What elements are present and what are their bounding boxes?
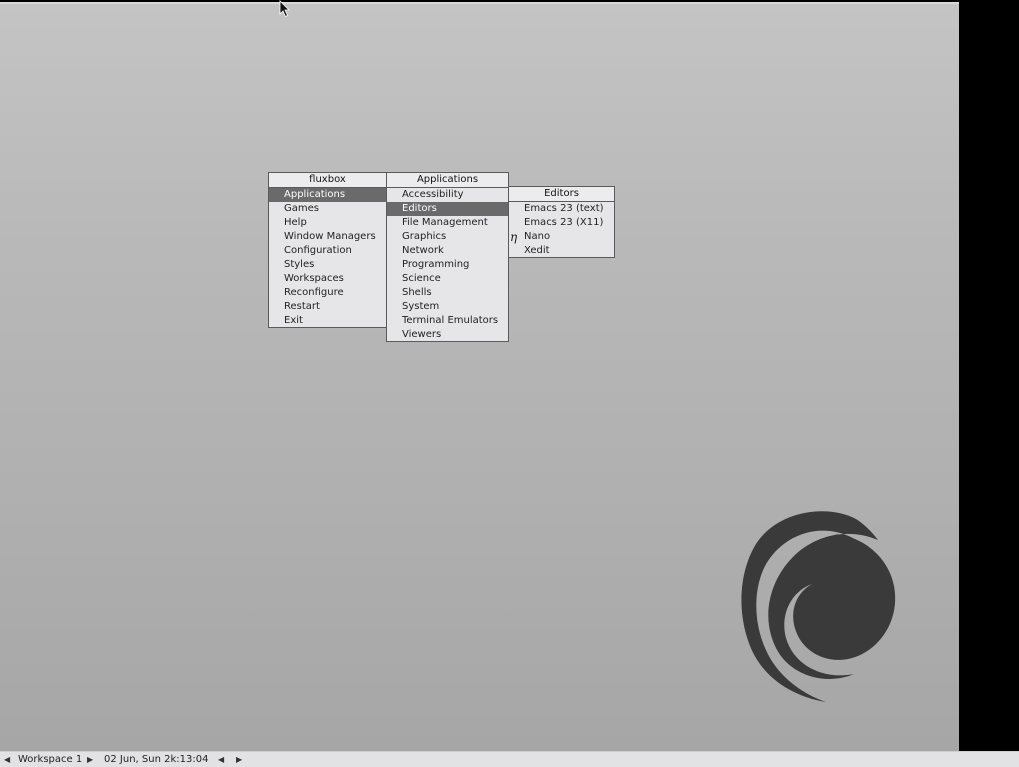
fluxbox-root-menu: fluxbox Applications Games Help Window M… [268, 172, 387, 328]
menu-item-reconfigure[interactable]: Reconfigure [269, 286, 386, 300]
mouse-cursor-icon [279, 0, 290, 18]
workspace-next-arrow-icon[interactable]: ▶ [87, 752, 93, 767]
window-next-arrow-icon[interactable]: ▶ [236, 752, 242, 767]
clock: 02 Jun, Sun 2k:13:04 [104, 754, 209, 765]
menu-item-editors[interactable]: Editors [387, 202, 508, 216]
menu-item-shells[interactable]: Shells [387, 286, 508, 300]
menu-item-emacs-text[interactable]: Emacs 23 (text) [509, 202, 614, 216]
menu-item-programming[interactable]: Programming [387, 258, 508, 272]
menu-item-system[interactable]: System [387, 300, 508, 314]
debian-swirl-logo [741, 511, 896, 702]
menu-item-emacs-x11[interactable]: Emacs 23 (X11) [509, 216, 614, 230]
menu-item-file-management[interactable]: File Management [387, 216, 508, 230]
menu-item-network[interactable]: Network [387, 244, 508, 258]
window-prev-arrow-icon[interactable]: ◀ [218, 752, 224, 767]
right-screen-border [959, 0, 1019, 751]
editors-submenu: Editors Emacs 23 (text) Emacs 23 (X11) η… [508, 186, 615, 258]
menu-item-xedit[interactable]: Xedit [509, 244, 614, 258]
nano-icon: η [510, 230, 518, 244]
menu-item-styles[interactable]: Styles [269, 258, 386, 272]
top-edge [0, 2, 959, 4]
workspace-name[interactable]: Workspace 1 [18, 752, 82, 767]
menu-item-window-managers[interactable]: Window Managers [269, 230, 386, 244]
applications-submenu: Applications Accessibility Editors File … [386, 172, 509, 342]
menu-title: Applications [387, 173, 508, 188]
menu-item-science[interactable]: Science [387, 272, 508, 286]
menu-item-games[interactable]: Games [269, 202, 386, 216]
menu-item-restart[interactable]: Restart [269, 300, 386, 314]
menu-item-help[interactable]: Help [269, 216, 386, 230]
fluxbox-toolbar: ◀ Workspace 1 ▶ 02 Jun, Sun 2k:13:04 ◀ ▶ [0, 751, 1019, 767]
menu-item-label: Nano [524, 231, 551, 242]
menu-item-terminal-emulators[interactable]: Terminal Emulators [387, 314, 508, 328]
menu-item-viewers[interactable]: Viewers [387, 328, 508, 342]
menu-title: Editors [509, 187, 614, 202]
desktop[interactable] [0, 2, 959, 751]
menu-item-applications[interactable]: Applications [269, 188, 386, 202]
menu-item-graphics[interactable]: Graphics [387, 230, 508, 244]
menu-item-workspaces[interactable]: Workspaces [269, 272, 386, 286]
menu-item-nano[interactable]: η Nano [509, 230, 614, 244]
menu-title: fluxbox [269, 173, 386, 188]
menu-item-configuration[interactable]: Configuration [269, 244, 386, 258]
menu-item-accessibility[interactable]: Accessibility [387, 188, 508, 202]
menu-item-exit[interactable]: Exit [269, 314, 386, 328]
workspace-prev-arrow-icon[interactable]: ◀ [4, 752, 10, 767]
